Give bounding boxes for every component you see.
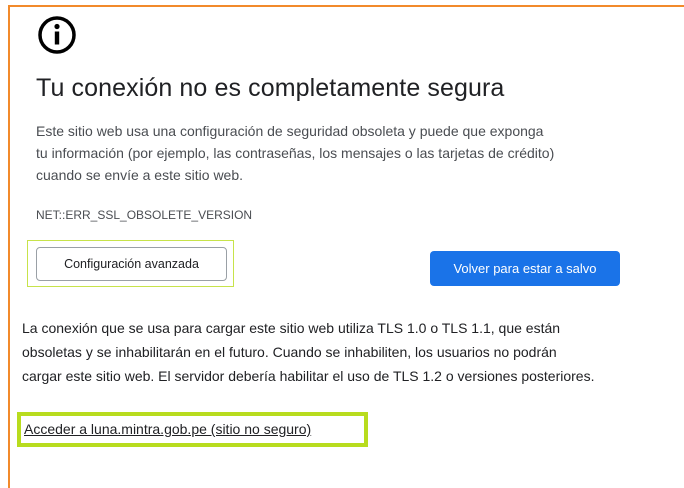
orange-frame-left (8, 5, 10, 488)
description-line: tu información (por ejemplo, las contras… (36, 145, 555, 161)
advanced-settings-button[interactable]: Configuración avanzada (36, 247, 227, 281)
tls-line: obsoletas y se inhabilitarán en el futur… (22, 344, 557, 360)
description-line: Este sitio web usa una configuración de … (36, 123, 544, 139)
description-line: cuando se envíe a este sitio web. (36, 167, 244, 183)
proceed-unsafe-link[interactable]: Acceder a luna.mintra.gob.pe (sitio no s… (24, 419, 311, 439)
orange-frame-top (8, 5, 684, 7)
tls-line: La conexión que se usa para cargar este … (22, 320, 561, 336)
tls-warning-text: La conexión que se usa para cargar este … (22, 316, 682, 388)
page-title: Tu conexión no es completamente segura (36, 74, 505, 102)
back-to-safety-button[interactable]: Volver para estar a salvo (430, 251, 620, 286)
error-code: NET::ERR_SSL_OBSOLETE_VERSION (36, 208, 253, 222)
warning-description: Este sitio web usa una configuración de … (36, 120, 666, 186)
tls-line: cargar este sitio web. El servidor deber… (22, 368, 595, 384)
info-circle-icon (38, 16, 76, 54)
